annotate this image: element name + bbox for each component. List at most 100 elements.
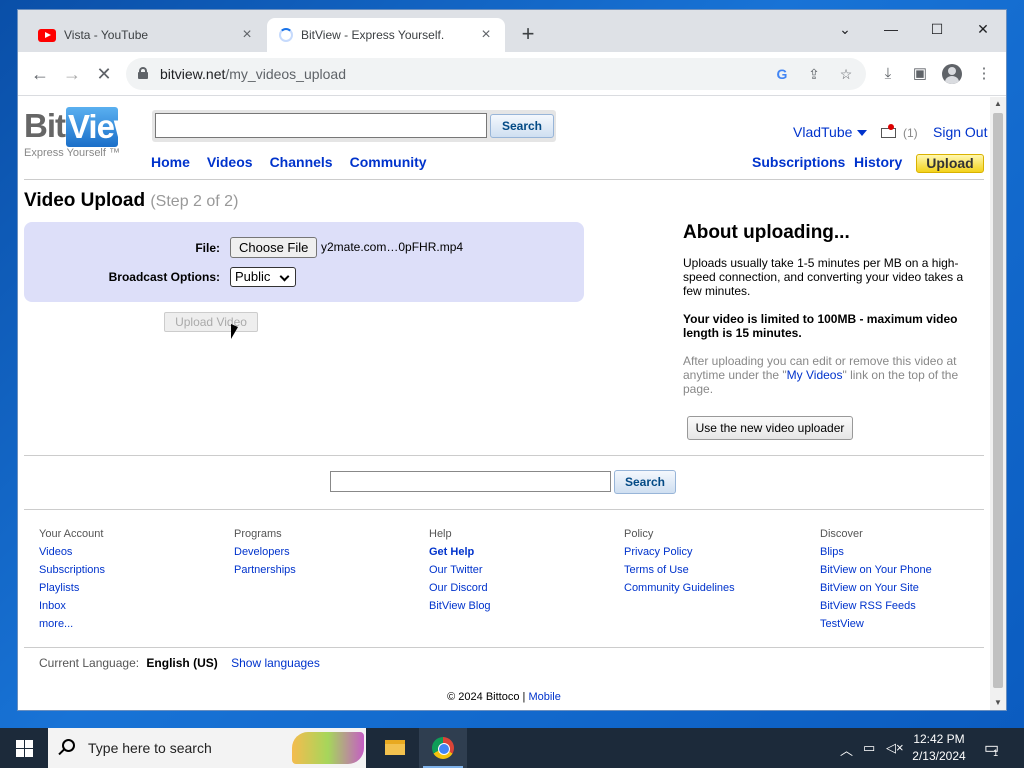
inbox-count[interactable]: (1) [903, 126, 918, 140]
file-name: y2mate.com…0pFHR.mp4 [321, 240, 464, 254]
bottom-search-input[interactable] [330, 471, 611, 492]
network-icon[interactable]: ▭ [863, 740, 875, 756]
chrome-app[interactable] [419, 728, 467, 768]
nav-community[interactable]: Community [350, 154, 427, 170]
footer-link[interactable]: more... [39, 615, 105, 633]
nav-home[interactable]: Home [151, 154, 190, 170]
tray-chevron-icon[interactable]: ︿ [840, 740, 853, 759]
lock-icon [138, 67, 148, 79]
mobile-link[interactable]: Mobile [528, 691, 560, 703]
nav-channels[interactable]: Channels [270, 154, 333, 170]
broadcast-select[interactable]: Public [230, 267, 296, 287]
caret-down-icon [857, 130, 868, 137]
footer-programs: Programs Developers Partnerships [234, 525, 296, 579]
nav-history[interactable]: History [854, 154, 902, 170]
clock-date[interactable]: 2/13/2024 [906, 749, 972, 763]
footer-link[interactable]: Our Twitter [429, 561, 491, 579]
user-menu[interactable]: VladTube [793, 124, 868, 140]
nav-subscriptions[interactable]: Subscriptions [752, 154, 845, 170]
about-text-3: After uploading you can edit or remove t… [683, 354, 959, 396]
chrome-icon [432, 737, 454, 759]
tab-bitview[interactable]: BitView - Express Yourself. × [267, 18, 505, 52]
footer-link[interactable]: BitView on Your Site [820, 579, 932, 597]
mouse-cursor-icon [231, 324, 238, 339]
profile-button[interactable] [940, 62, 964, 86]
footer-link[interactable]: Playlists [39, 579, 105, 597]
about-text-1: Uploads usually take 1-5 minutes per MB … [683, 256, 964, 298]
menu-dots-icon[interactable]: ⋮ [972, 62, 996, 86]
tab-youtube[interactable]: Vista - YouTube × [26, 18, 266, 52]
tab-strip: Vista - YouTube × BitView - Express Your… [18, 10, 1006, 52]
about-uploading: About uploading... Uploads usually take … [683, 222, 973, 410]
footer-link[interactable]: Terms of Use [624, 561, 735, 579]
browser-window: Vista - YouTube × BitView - Express Your… [18, 10, 1006, 710]
tab-title: BitView - Express Yourself. [301, 28, 445, 42]
search-icon [62, 739, 75, 752]
broadcast-label: Broadcast Options: [108, 270, 220, 284]
download-icon[interactable]: ⤓ [876, 62, 900, 86]
scrollbar[interactable]: ▲ ▼ [990, 97, 1006, 710]
upload-video-button[interactable]: Upload Video [164, 312, 258, 332]
nav-videos[interactable]: Videos [207, 154, 253, 170]
footer-link[interactable]: TestView [820, 615, 932, 633]
bitview-logo[interactable]: Bit View Express Yourself ™ [24, 107, 140, 159]
tab-search-chevron-icon[interactable]: ⌄ [822, 14, 868, 44]
close-window-button[interactable]: ✕ [960, 14, 1006, 44]
search-input[interactable] [155, 113, 487, 138]
footer-link[interactable]: Developers [234, 543, 296, 561]
upload-button[interactable]: Upload [916, 154, 984, 173]
url-text[interactable]: bitview.net/my_videos_upload [160, 66, 346, 82]
search-button[interactable]: Search [490, 114, 554, 138]
sign-out-link[interactable]: Sign Out [933, 124, 987, 140]
divider [24, 179, 984, 180]
side-panel-icon[interactable]: ▣ [908, 62, 932, 86]
forward-arrow-icon[interactable]: → [59, 61, 85, 87]
page-title: Video Upload (Step 2 of 2) [24, 190, 239, 211]
bookmark-star-icon[interactable]: ☆ [836, 64, 856, 84]
file-explorer-app[interactable] [371, 728, 419, 768]
footer-link[interactable]: BitView RSS Feeds [820, 597, 932, 615]
windows-start-icon[interactable] [16, 740, 33, 757]
footer-link[interactable]: Subscriptions [39, 561, 105, 579]
carnival-mask-icon[interactable] [292, 732, 364, 764]
footer-link[interactable]: Partnerships [234, 561, 296, 579]
about-heading: About uploading... [683, 222, 850, 243]
footer-link[interactable]: Get Help [429, 543, 491, 561]
google-lens-icon[interactable]: G [772, 64, 792, 84]
notification-icon[interactable]: ▭1 [984, 738, 1004, 758]
scroll-down-icon[interactable]: ▼ [990, 696, 1006, 710]
divider [24, 647, 984, 648]
show-languages-link[interactable]: Show languages [231, 656, 320, 670]
volume-muted-icon[interactable]: ◁× [886, 740, 904, 756]
footer-your-account: Your Account Videos Subscriptions Playli… [39, 525, 105, 633]
my-videos-link[interactable]: My Videos [787, 368, 843, 382]
footer-link[interactable]: BitView Blog [429, 597, 491, 615]
footer-link[interactable]: Community Guidelines [624, 579, 735, 597]
clock-time[interactable]: 12:42 PM [906, 732, 972, 746]
footer-link[interactable]: Videos [39, 543, 105, 561]
footer-link[interactable]: BitView on Your Phone [820, 561, 932, 579]
choose-file-button[interactable]: Choose File [230, 237, 318, 258]
new-tab-button[interactable]: + [516, 23, 540, 47]
footer-link[interactable]: Inbox [39, 597, 105, 615]
bottom-search-button[interactable]: Search [614, 470, 676, 494]
bitview-page: Bit View Express Yourself ™ Search Home V… [18, 97, 990, 710]
footer-link[interactable]: Our Discord [429, 579, 491, 597]
maximize-button[interactable]: ☐ [914, 14, 960, 44]
footer-help: Help Get Help Our Twitter Our Discord Bi… [429, 525, 491, 615]
close-icon[interactable]: × [477, 26, 495, 44]
file-label: File: [195, 241, 220, 255]
scroll-thumb[interactable] [993, 113, 1003, 688]
mail-icon[interactable] [881, 124, 896, 138]
new-uploader-button[interactable]: Use the new video uploader [687, 416, 853, 440]
back-arrow-icon[interactable]: ← [27, 61, 53, 87]
stop-loading-icon[interactable]: ✕ [91, 61, 117, 87]
minimize-button[interactable]: — [868, 14, 914, 44]
footer-link[interactable]: Blips [820, 543, 932, 561]
address-bar[interactable]: bitview.net/my_videos_upload G ⇪ ☆ [126, 58, 866, 90]
footer-link[interactable]: Privacy Policy [624, 543, 735, 561]
taskbar-search[interactable]: Type here to search [48, 728, 366, 768]
close-icon[interactable]: × [238, 26, 256, 44]
scroll-up-icon[interactable]: ▲ [990, 97, 1006, 111]
share-icon[interactable]: ⇪ [804, 64, 824, 84]
